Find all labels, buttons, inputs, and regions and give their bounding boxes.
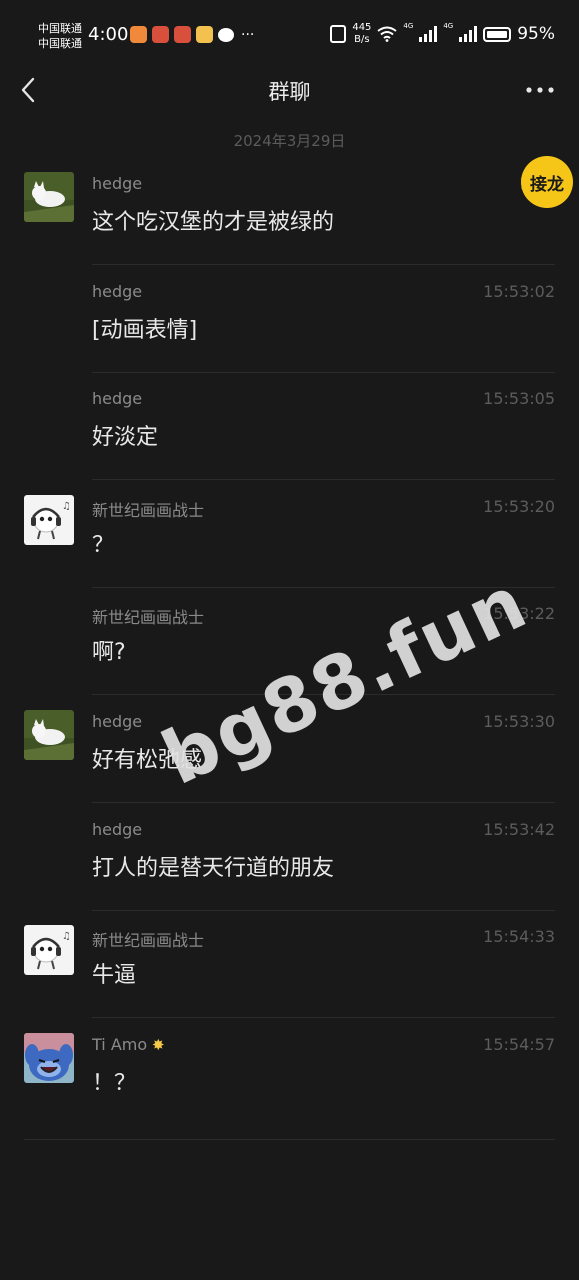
system-icons: 445 B/s 4G 4G 95%	[330, 22, 555, 46]
message-text[interactable]: 这个吃汉堡的才是被绿的	[92, 204, 334, 236]
network-speed-unit: B/s	[354, 34, 370, 45]
network-speed: 445 B/s	[352, 22, 371, 46]
list-end-divider	[24, 1139, 555, 1140]
sender-name: 新世纪画画战士	[92, 931, 205, 951]
app-notification-icon	[130, 26, 147, 43]
mail-notification-icon	[196, 26, 213, 43]
notification-icons: ···	[130, 26, 254, 43]
date-separator: 2024年3月29日	[233, 132, 346, 150]
sender-name: 新世纪画画战士	[92, 608, 205, 628]
sender-name: hedge	[92, 281, 143, 301]
svg-text:♫: ♫	[62, 931, 71, 942]
message-time: 15:53:30	[483, 712, 555, 731]
battery-icon	[483, 26, 512, 42]
signal-icon	[459, 26, 478, 42]
nav-bar: 群聊	[0, 62, 579, 120]
message-text[interactable]: ？	[92, 527, 114, 559]
message-text[interactable]: 啊?	[92, 634, 126, 666]
message-time: 15:53:20	[483, 496, 555, 516]
chat-title: 群聊	[268, 80, 311, 104]
avatar[interactable]: ♫	[24, 925, 74, 976]
sender-name: hedge	[92, 389, 143, 409]
wifi-icon	[377, 26, 398, 42]
message-row[interactable]: Ti Amo ✸ 15:54:57 ！？	[0, 1019, 579, 1126]
star-emoji-icon: ✸	[152, 1035, 165, 1054]
avatar[interactable]	[24, 172, 74, 222]
app-notification-icon	[174, 26, 191, 43]
message-time: 15:53:42	[483, 819, 555, 839]
app-notification-icon	[152, 26, 169, 43]
message-time: 15:54:33	[483, 927, 555, 947]
chat-notification-icon	[218, 27, 234, 42]
message-row[interactable]: hedge15:5这个吃汉堡的才是被绿的	[0, 158, 579, 265]
sender-name: 新世纪画画战士	[92, 500, 205, 520]
more-notifications-icon: ···	[241, 26, 255, 43]
message-row[interactable]: hedge 15:53:02 [动画表情]	[0, 266, 579, 373]
more-icon	[526, 87, 554, 93]
vibrate-icon	[330, 25, 347, 43]
sender-name: Ti Amo	[92, 1034, 148, 1054]
signal-icon	[419, 26, 438, 42]
sender-name: hedge	[92, 174, 143, 193]
message-text[interactable]: 好淡定	[92, 419, 158, 451]
battery-percent: 95%	[517, 24, 555, 44]
message-time: 15:53:05	[483, 389, 555, 409]
network-speed-value: 445	[352, 22, 372, 33]
message-text[interactable]: 牛逼	[92, 957, 136, 989]
sender-name: hedge	[92, 819, 143, 839]
carrier-1: 中国联通	[38, 22, 82, 35]
message-time: 15:54:57	[483, 1034, 555, 1054]
avatar[interactable]: ♫	[24, 494, 74, 545]
relay-button[interactable]: 接龙	[521, 156, 573, 208]
carrier-labels: 中国联通 中国联通	[38, 21, 82, 51]
message-text[interactable]: 打人的是替天行道的朋友	[92, 850, 334, 882]
message-time: 15:53:02	[483, 281, 555, 301]
message-row[interactable]: hedge 15:53:42 打人的是替天行道的朋友	[0, 804, 579, 911]
avatar[interactable]	[24, 710, 74, 760]
message-text[interactable]: ！？	[92, 1065, 136, 1097]
status-time: 4:00	[88, 24, 129, 45]
carrier-2: 中国联通	[38, 37, 82, 50]
avatar[interactable]	[24, 1032, 74, 1083]
svg-text:♫: ♫	[62, 501, 71, 512]
message-row[interactable]: hedge 15:53:05 好淡定	[0, 373, 579, 481]
network-type-2: 4G	[443, 22, 454, 30]
sender-name: hedge	[92, 712, 143, 731]
more-options-button[interactable]	[523, 78, 557, 102]
message-text[interactable]: [动画表情]	[92, 312, 197, 344]
message-row[interactable]: ♫ 新世纪画画战士 15:54:33 牛逼	[0, 911, 579, 1019]
network-type-1: 4G	[403, 22, 414, 30]
